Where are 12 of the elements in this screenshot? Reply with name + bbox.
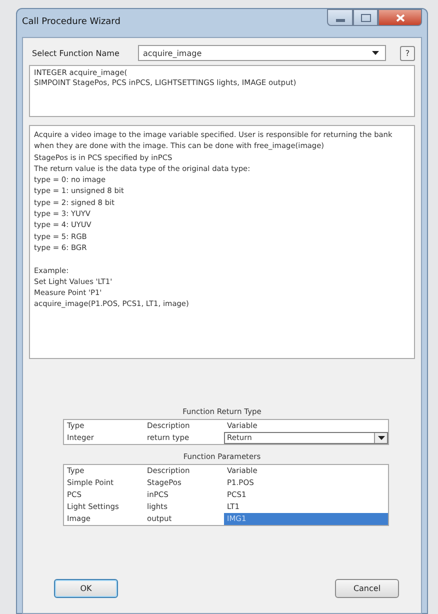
function-dropdown[interactable]: acquire_image	[138, 45, 386, 61]
field-label: Select Function Name	[32, 48, 120, 58]
ok-button[interactable]: OK	[54, 579, 118, 598]
maximize-button[interactable]	[353, 9, 378, 26]
minimize-button[interactable]	[327, 9, 353, 26]
cancel-button[interactable]: Cancel	[335, 579, 399, 598]
window-title: Call Procedure Wizard	[22, 17, 120, 27]
help-button[interactable]: ?	[400, 46, 415, 60]
caret-icon	[372, 51, 379, 55]
close-icon	[396, 14, 404, 22]
caret-icon	[378, 436, 384, 440]
close-button[interactable]	[378, 9, 422, 26]
